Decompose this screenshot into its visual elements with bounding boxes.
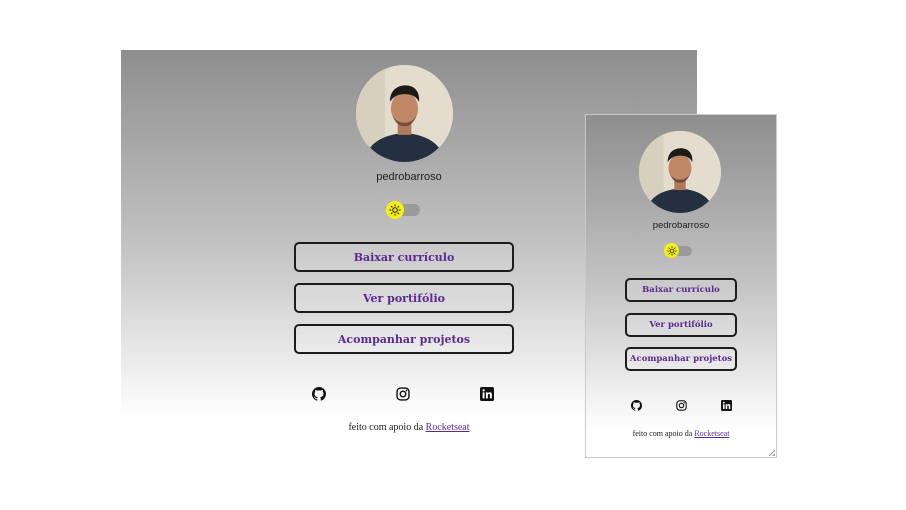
instagram-icon [675, 399, 687, 411]
rocketseat-link[interactable]: Rocketseat [694, 429, 729, 438]
instagram-link[interactable] [395, 386, 411, 402]
download-cv-button[interactable]: Baixar currículo [294, 242, 514, 272]
linkedin-link[interactable] [720, 399, 732, 411]
sun-icon [666, 245, 677, 256]
instagram-link[interactable] [675, 399, 687, 411]
footer: feito com apoio da Rocketseat [586, 429, 776, 438]
rocketseat-link[interactable]: Rocketseat [426, 422, 470, 433]
github-link[interactable] [630, 399, 642, 411]
footer-text: feito com apoio da [348, 422, 424, 433]
view-portfolio-button[interactable]: Ver portifólio [294, 283, 514, 313]
toggle-knob [664, 243, 679, 258]
profile-avatar [356, 65, 453, 162]
theme-toggle[interactable] [664, 243, 692, 258]
github-icon [312, 387, 326, 401]
profile-photo [639, 131, 721, 213]
download-cv-button[interactable]: Baixar currículo [625, 278, 737, 302]
linkedin-link[interactable] [479, 386, 495, 402]
follow-projects-button[interactable]: Acompanhar projetos [294, 324, 514, 354]
view-portfolio-button[interactable]: Ver portifólio [625, 313, 737, 337]
github-icon [630, 399, 642, 411]
toggle-knob [386, 201, 404, 219]
mobile-preview: pedrobarroso Baixar currículo Ver portif… [585, 114, 777, 458]
sun-icon [389, 204, 401, 216]
profile-photo [356, 65, 453, 162]
theme-toggle[interactable] [386, 201, 420, 219]
linkedin-icon [480, 387, 494, 401]
instagram-icon [396, 387, 410, 401]
footer-text: feito com apoio da [632, 429, 693, 438]
profile-avatar [639, 131, 721, 213]
username: pedrobarroso [652, 220, 710, 231]
github-link[interactable] [311, 386, 327, 402]
resize-handle[interactable] [769, 450, 775, 456]
follow-projects-button[interactable]: Acompanhar projetos [625, 347, 737, 371]
linkedin-icon [720, 399, 732, 411]
